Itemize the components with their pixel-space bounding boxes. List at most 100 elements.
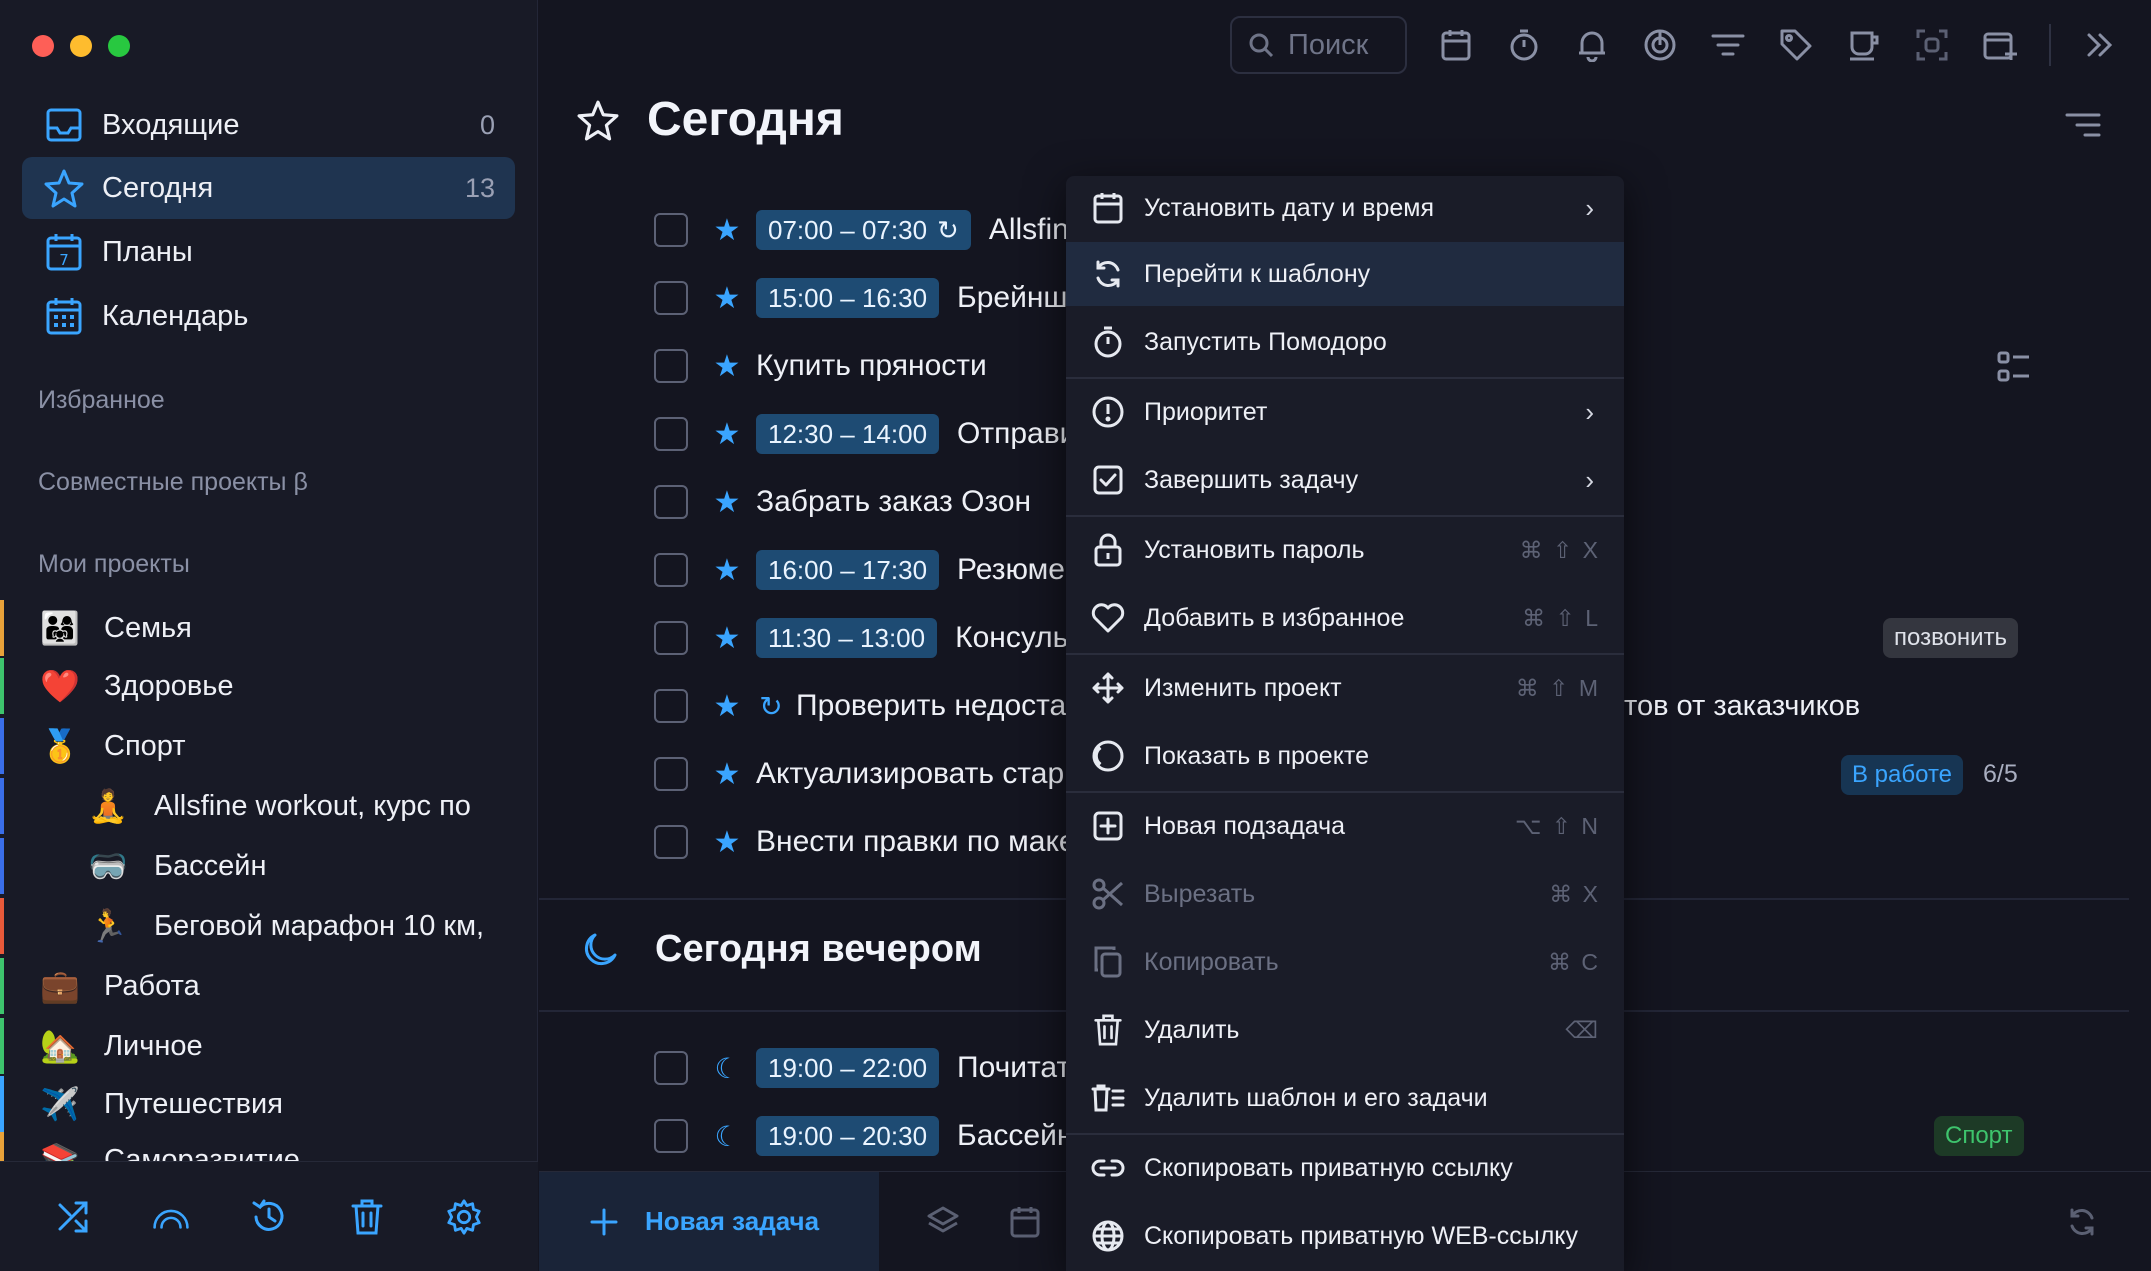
task-row[interactable]: ★ Купить пряности (654, 338, 987, 394)
menu-item-priority[interactable]: Приоритет › (1066, 380, 1624, 444)
inbox-icon (34, 103, 94, 147)
inbox-count: 0 (479, 109, 495, 140)
list-view-icon[interactable] (1997, 350, 2031, 384)
tag-call[interactable]: позвонить (1883, 618, 2019, 658)
project-item-personal[interactable]: 🏡 Личное (0, 1018, 520, 1074)
task-row[interactable]: ☾ 19:00 – 20:30 Бассейн (654, 1108, 1073, 1164)
shared-projects-section-title[interactable]: Совместные проекты β (38, 468, 308, 497)
task-row[interactable]: ★ ↻ Проверить недоста (654, 678, 1066, 734)
menu-item-show-in-project[interactable]: Показать в проекте (1066, 724, 1624, 788)
trash-icon[interactable] (348, 1198, 386, 1236)
task-row[interactable]: ★ Забрать заказ Озон (654, 474, 1031, 530)
menu-item-set-date[interactable]: Установить дату и время › (1066, 176, 1624, 240)
project-label: Семья (104, 611, 192, 644)
task-checkbox[interactable] (654, 825, 688, 859)
task-checkbox[interactable] (654, 1051, 688, 1085)
tag-icon[interactable] (1777, 26, 1815, 64)
gear-icon[interactable] (445, 1198, 483, 1236)
task-checkbox[interactable] (654, 621, 688, 655)
task-checkbox[interactable] (654, 689, 688, 723)
menu-item-label: Изменить проект (1144, 673, 1342, 702)
favorites-section-title[interactable]: Избранное (38, 386, 165, 415)
rainbow-icon[interactable] (152, 1198, 190, 1236)
sidebar-item-plans[interactable]: 7 Планы (22, 221, 515, 283)
stopwatch-icon (1086, 320, 1130, 364)
toolbar-separator (2049, 24, 2051, 66)
task-checkbox[interactable] (654, 553, 688, 587)
expand-icon[interactable] (2081, 26, 2119, 64)
menu-item-label: Скопировать приватную ссылку (1144, 1153, 1513, 1182)
sidebar-item-today[interactable]: Сегодня 13 (22, 157, 515, 219)
shuffle-icon[interactable] (55, 1198, 93, 1236)
task-checkbox[interactable] (654, 213, 688, 247)
cup-icon[interactable] (1845, 26, 1883, 64)
menu-item-copy-private-link[interactable]: Скопировать приватную ссылку (1066, 1136, 1624, 1200)
project-item-marathon[interactable]: 🏃 Беговой марафон 10 км, (0, 898, 520, 954)
task-checkbox[interactable] (654, 281, 688, 315)
new-task-button[interactable]: Новая задача (539, 1171, 879, 1271)
minimize-window-button[interactable] (70, 35, 92, 57)
close-window-button[interactable] (32, 35, 54, 57)
task-row[interactable]: ★ Внести правки по маке (654, 814, 1076, 870)
sort-icon[interactable] (2065, 112, 2101, 138)
star-icon[interactable] (577, 99, 619, 141)
task-checkbox[interactable] (654, 485, 688, 519)
my-projects-section-title[interactable]: Мои проекты (38, 550, 190, 579)
task-row[interactable]: ★ 12:30 – 14:00 Отправить (654, 406, 1106, 462)
project-item-travel[interactable]: ✈️ Путешествия (0, 1076, 520, 1132)
menu-item-change-project[interactable]: Изменить проект ⌘ ⇧ M (1066, 656, 1624, 720)
tag-sport[interactable]: Спорт (1934, 1116, 2024, 1156)
project-item-pool[interactable]: 🥽 Бассейн (0, 838, 520, 894)
sidebar-item-inbox[interactable]: Входящие 0 (22, 94, 515, 156)
star-icon: ★ (713, 281, 741, 315)
task-row[interactable]: ☾ 19:00 – 22:00 Почитат (654, 1040, 1070, 1096)
menu-item-copy[interactable]: Копировать ⌘ C (1066, 930, 1624, 994)
calendar-icon[interactable] (1437, 26, 1475, 64)
menu-item-delete[interactable]: Удалить ⌫ (1066, 998, 1624, 1062)
menu-item-new-subtask[interactable]: Новая подзадача ⌥ ⇧ N (1066, 794, 1624, 858)
menu-item-delete-template[interactable]: Удалить шаблон и его задачи (1066, 1066, 1624, 1130)
menu-separator (1066, 377, 1624, 379)
menu-item-complete-task[interactable]: Завершить задачу › (1066, 448, 1624, 512)
focus-icon[interactable] (1913, 26, 1951, 64)
project-item-family[interactable]: 👨‍👩‍👧 Семья (0, 600, 520, 656)
task-row[interactable]: ★ 16:00 – 17:30 Резюме 6 (654, 542, 1090, 598)
sidebar-bottom-toolbar (0, 1161, 538, 1271)
project-item-allsfine[interactable]: 🧘 Allsfine workout, курс по (0, 778, 520, 834)
status-badge[interactable]: В работе (1841, 755, 1964, 795)
task-row[interactable]: ★ Актуализировать стар (654, 746, 1064, 802)
task-checkbox[interactable] (654, 349, 688, 383)
task-checkbox[interactable] (654, 757, 688, 791)
copy-icon (1086, 940, 1130, 984)
plus-icon (590, 1208, 618, 1235)
menu-item-add-favorite[interactable]: Добавить в избранное ⌘ ⇧ L (1066, 586, 1624, 650)
menu-item-cut[interactable]: Вырезать ⌘ X (1066, 862, 1624, 926)
calendar-icon[interactable] (1006, 1203, 1044, 1241)
menu-item-label: Скопировать приватную WEB-ссылку (1144, 1221, 1579, 1250)
history-icon[interactable] (250, 1198, 288, 1236)
family-emoji-icon: 👨‍👩‍👧 (40, 610, 80, 646)
calendar-grid-icon (34, 294, 94, 338)
search-input[interactable]: Поиск (1230, 16, 1407, 74)
menu-item-set-password[interactable]: Установить пароль ⌘ ⇧ X (1066, 518, 1624, 582)
filter-icon[interactable] (1709, 26, 1747, 64)
bell-icon[interactable] (1573, 26, 1611, 64)
project-item-work[interactable]: 💼 Работа (0, 958, 520, 1014)
menu-item-start-pomodoro[interactable]: Запустить Помодоро (1066, 310, 1624, 374)
menu-item-copy-private-web-link[interactable]: Скопировать приватную WEB-ссылку (1066, 1204, 1624, 1268)
task-row[interactable]: ★ 11:30 – 13:00 Консульт (654, 610, 1080, 666)
pomodoro-icon[interactable] (1641, 26, 1679, 64)
project-item-health[interactable]: ❤️ Здоровье (0, 658, 520, 714)
menu-item-go-to-template[interactable]: Перейти к шаблону (1066, 242, 1624, 306)
sync-icon[interactable] (2063, 1203, 2101, 1241)
layers-icon[interactable] (924, 1203, 962, 1241)
task-checkbox[interactable] (654, 417, 688, 451)
airplane-emoji-icon: ✈️ (40, 1086, 80, 1122)
task-checkbox[interactable] (654, 1119, 688, 1153)
task-row[interactable]: ★ 15:00 – 16:30 Брейншторм (654, 270, 1135, 326)
sidebar-item-calendar[interactable]: Календарь (22, 285, 515, 347)
zoom-window-button[interactable] (108, 35, 130, 57)
project-item-sport[interactable]: 🥇 Спорт (0, 718, 520, 774)
stopwatch-icon[interactable] (1505, 26, 1543, 64)
add-window-icon[interactable] (1981, 26, 2019, 64)
